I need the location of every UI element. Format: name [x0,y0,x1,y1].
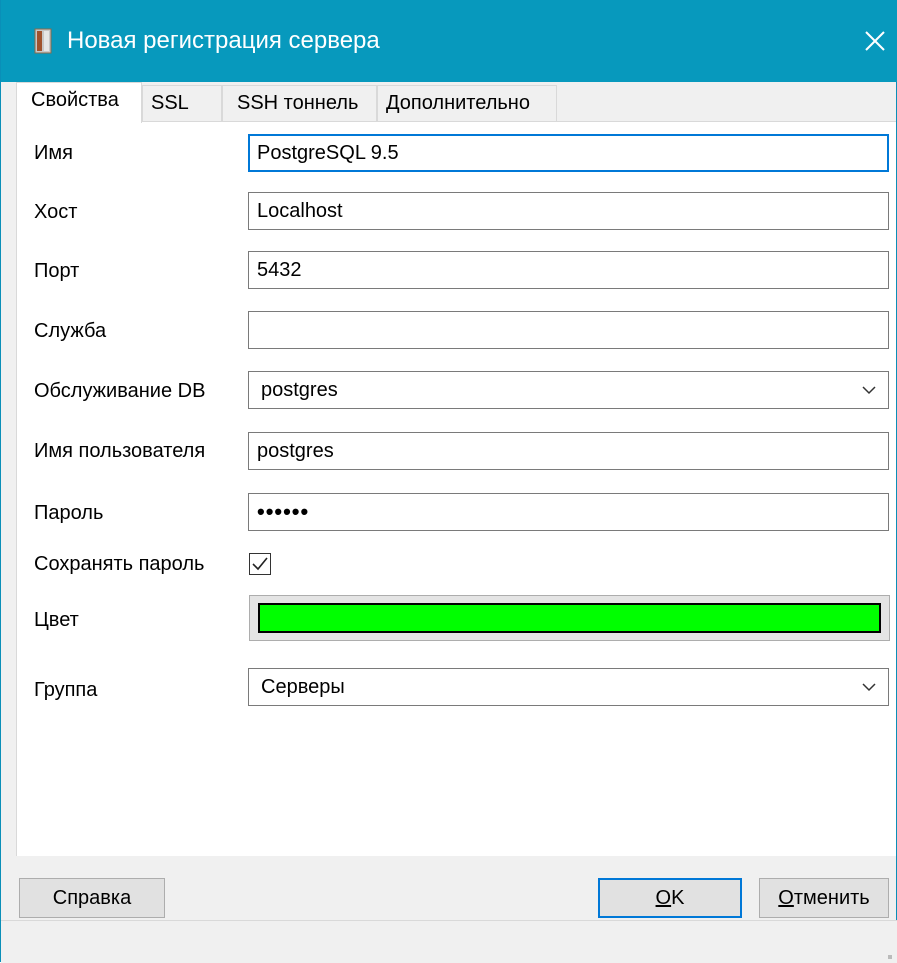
password-mask: •••••• [257,499,310,524]
chevron-down-icon [862,683,876,692]
checkmark-icon [252,557,268,571]
window-title: Новая регистрация сервера [67,27,380,54]
port-input[interactable]: 5432 [248,251,889,289]
server-icon [34,28,52,54]
username-input[interactable]: postgres [248,432,889,470]
cancel-button[interactable]: Отменить [759,878,889,918]
service-label: Служба [34,320,107,342]
maintenance-db-label: Обслуживание DB [34,380,206,402]
status-bar [1,920,897,963]
ok-button-label: K [671,887,685,909]
tab-label: Свойства [31,89,119,111]
group-label: Группа [34,679,98,701]
tab-ssh-tunnel[interactable]: SSH тоннель [222,85,377,121]
tab-label: Дополнительно [386,92,530,114]
help-button-label: Справка [52,887,132,909]
chevron-down-icon [862,386,876,395]
ok-mnemonic: O [655,887,672,909]
host-label: Хост [34,201,78,223]
maintenance-db-value: postgres [261,379,338,401]
ok-button[interactable]: OK [598,878,742,918]
tab-advanced[interactable]: Дополнительно [377,85,557,121]
port-label: Порт [34,260,80,282]
title-bar[interactable]: Новая регистрация сервера [1,0,897,82]
color-picker-button[interactable] [249,595,890,641]
save-password-label: Сохранять пароль [34,553,205,575]
group-value: Серверы [261,676,345,698]
server-registration-dialog: Новая регистрация сервера Свойства SSL S… [0,0,897,963]
password-label: Пароль [34,502,104,524]
color-swatch [258,603,881,633]
tab-properties[interactable]: Свойства [16,82,142,123]
tab-strip: Свойства SSL SSH тоннель Дополнительно [16,82,896,123]
close-icon[interactable] [856,22,894,60]
name-label: Имя [34,142,73,164]
properties-panel [16,121,896,856]
tab-label: SSL [151,92,189,114]
tab-label: SSH тоннель [237,92,359,114]
username-label: Имя пользователя [34,440,206,462]
save-password-checkbox[interactable] [249,553,271,575]
host-input[interactable]: Localhost [248,192,889,230]
name-input[interactable]: PostgreSQL 9.5 [248,134,889,172]
service-input[interactable] [248,311,889,349]
help-button[interactable]: Справка [19,878,165,918]
tab-ssl[interactable]: SSL [142,85,222,121]
password-input[interactable]: •••••• [248,493,889,531]
color-label: Цвет [34,609,79,631]
maintenance-db-select[interactable]: postgres [248,371,889,409]
cancel-mnemonic: О [778,887,794,909]
cancel-button-label: тменить [793,887,870,909]
resize-grip[interactable] [888,955,892,959]
group-select[interactable]: Серверы [248,668,889,706]
